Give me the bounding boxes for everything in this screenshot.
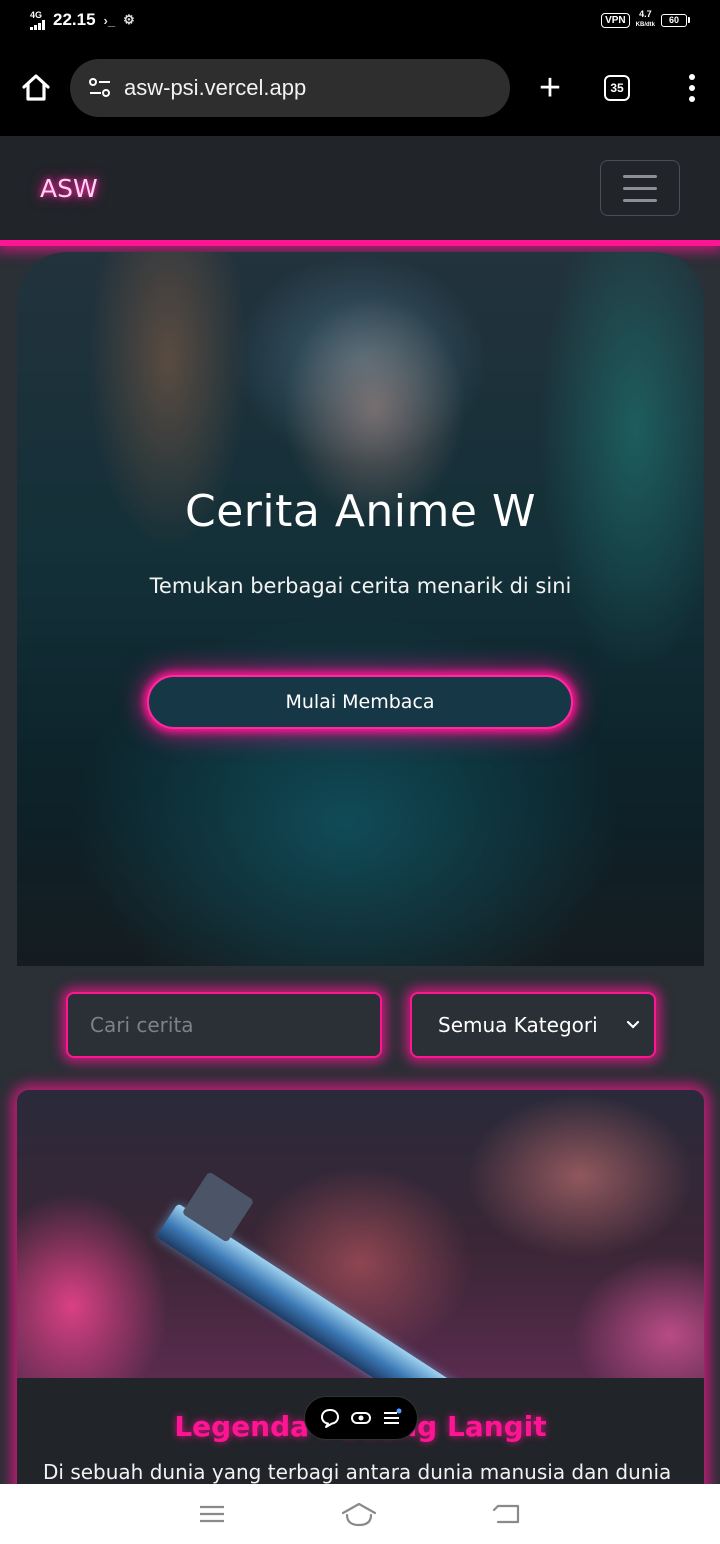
url-text[interactable]: asw-psi.vercel.app: [124, 75, 306, 101]
hero-subtitle: Temukan berbagai cerita menarik di sini: [149, 574, 572, 598]
terminal-icon: ›_: [103, 12, 116, 28]
vpn-badge: VPN: [601, 12, 630, 28]
system-navigation-bar: [0, 1484, 720, 1544]
chevron-down-icon: [626, 1020, 640, 1029]
battery-level: 60: [661, 13, 687, 27]
browser-toolbar: asw-psi.vercel.app + 35: [0, 40, 720, 136]
back-icon[interactable]: [492, 1502, 522, 1526]
network-indicator: 4G: [30, 9, 45, 30]
home-nav-icon[interactable]: [341, 1501, 377, 1527]
brand-logo[interactable]: ASW: [40, 174, 98, 203]
recent-apps-icon[interactable]: [198, 1503, 226, 1525]
search-input[interactable]: Cari cerita: [66, 992, 382, 1058]
status-right: VPN 4.7 KB/dtk 60: [601, 10, 690, 30]
story-cover-image[interactable]: [17, 1090, 704, 1378]
chat-bubble-icon[interactable]: [319, 1407, 341, 1429]
new-tab-button[interactable]: +: [532, 69, 568, 107]
more-vert-icon[interactable]: [682, 70, 702, 106]
tune-icon[interactable]: [88, 77, 112, 99]
hero-banner: Cerita Anime W Temukan berbagai cerita m…: [17, 252, 704, 966]
settings-gear-icon: ⚙: [123, 12, 135, 27]
tabs-button[interactable]: 35: [604, 75, 630, 101]
eye-icon[interactable]: [350, 1407, 372, 1429]
network-speed: 4.7 KB/dtk: [636, 10, 655, 30]
address-bar[interactable]: asw-psi.vercel.app: [70, 59, 510, 117]
hamburger-icon[interactable]: [600, 160, 680, 216]
speed-unit: KB/dtk: [635, 22, 655, 28]
list-icon[interactable]: [381, 1407, 403, 1429]
site-navbar: ASW: [0, 136, 720, 240]
neon-divider: [0, 240, 720, 246]
battery-tip: [688, 17, 690, 23]
category-selected: Semua Kategori: [438, 1013, 598, 1037]
story-excerpt: Di sebuah dunia yang terbagi antara duni…: [43, 1460, 672, 1484]
clock: 22.15: [53, 10, 96, 29]
battery-icon: 60: [661, 13, 690, 27]
start-reading-button[interactable]: Mulai Membaca: [147, 675, 573, 729]
status-bar: 4G 22.15 ›_ ⚙ VPN 4.7 KB/dtk 60: [0, 0, 720, 40]
category-select[interactable]: Semua Kategori: [410, 992, 656, 1058]
webpage: ASW Cerita Anime W Temukan berbagai ceri…: [0, 136, 720, 1484]
hero-title: Cerita Anime W: [185, 486, 536, 537]
floating-toolbar: [304, 1396, 418, 1440]
signal-icon: [30, 19, 45, 30]
status-left: 4G 22.15 ›_ ⚙: [30, 10, 135, 30]
network-type: 4G: [30, 9, 43, 20]
home-button[interactable]: [18, 70, 54, 106]
speed-value: 4.7: [639, 9, 652, 19]
home-icon: [22, 74, 50, 101]
